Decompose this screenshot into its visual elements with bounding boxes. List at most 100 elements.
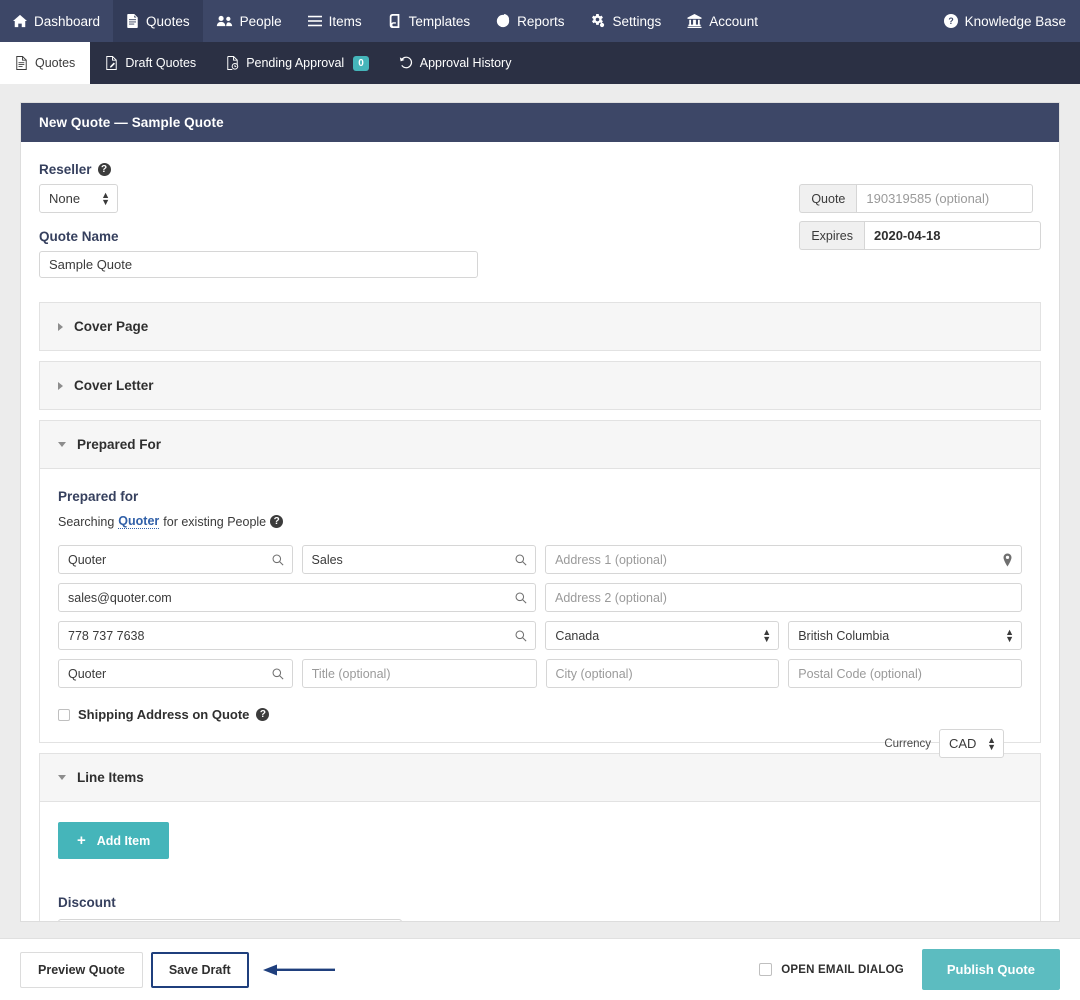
document-clock-icon bbox=[226, 56, 239, 70]
pie-chart-icon bbox=[496, 14, 510, 28]
postal-field-wrap bbox=[788, 659, 1022, 688]
knowledge-base-label: Knowledge Base bbox=[964, 13, 1066, 29]
new-quote-card: New Quote — Sample Quote Quote Expires R… bbox=[20, 102, 1060, 922]
title-input[interactable] bbox=[301, 659, 537, 688]
subnav-item-draft-quotes[interactable]: Draft Quotes bbox=[90, 42, 211, 84]
history-icon bbox=[399, 56, 413, 70]
topnav-label: Reports bbox=[517, 13, 565, 29]
expires-input[interactable] bbox=[864, 221, 1041, 250]
quote-name-label-text: Quote Name bbox=[39, 229, 119, 244]
topnav-item-dashboard[interactable]: Dashboard bbox=[0, 0, 113, 42]
quote-name-input[interactable] bbox=[39, 251, 478, 278]
add-item-button[interactable]: + Add Item bbox=[58, 822, 170, 859]
subnav-label: Quotes bbox=[35, 56, 76, 70]
page-content: New Quote — Sample Quote Quote Expires R… bbox=[0, 84, 1080, 922]
topnav-label: Account bbox=[709, 13, 759, 29]
reseller-select[interactable]: None bbox=[39, 184, 118, 213]
section-title: Line Items bbox=[77, 770, 144, 785]
topnav-spacer bbox=[771, 0, 931, 42]
topnav-item-people[interactable]: People bbox=[203, 0, 295, 42]
department-field-wrap bbox=[301, 545, 537, 574]
phone-input[interactable] bbox=[58, 621, 537, 650]
section-prepared-for-header[interactable]: Prepared For bbox=[40, 421, 1040, 468]
help-icon[interactable]: ? bbox=[256, 708, 270, 721]
annotation-arrow-icon bbox=[262, 963, 335, 977]
topnav-label: People bbox=[239, 13, 282, 29]
help-icon[interactable]: ? bbox=[270, 515, 284, 528]
prepared-for-row-2 bbox=[58, 583, 1022, 612]
card-body: Quote Expires Reseller ? None ▲▼ bbox=[21, 142, 1059, 921]
topnav-item-items[interactable]: Items bbox=[295, 0, 375, 42]
reseller-label: Reseller ? bbox=[39, 162, 1041, 177]
prepared-for-row-3: Canada ▲▼ British Columbia ▲▼ bbox=[58, 621, 1022, 650]
discount-input[interactable] bbox=[58, 919, 402, 921]
page-title: New Quote — Sample Quote bbox=[39, 115, 224, 130]
shipping-address-checkbox[interactable] bbox=[58, 708, 70, 721]
region-select[interactable]: British Columbia bbox=[788, 621, 1022, 650]
document-icon bbox=[126, 14, 139, 28]
card-header: New Quote — Sample Quote bbox=[21, 103, 1059, 142]
company-input[interactable] bbox=[58, 545, 293, 574]
knowledge-base-link[interactable]: ? Knowledge Base bbox=[931, 0, 1080, 42]
email-input[interactable] bbox=[58, 583, 536, 612]
subnav-item-quotes[interactable]: Quotes bbox=[0, 42, 91, 84]
address1-field-wrap bbox=[545, 545, 1022, 574]
top-navigation-bar: Dashboard Quotes People Items Templates … bbox=[0, 0, 1080, 42]
subnav-label: Approval History bbox=[419, 56, 512, 70]
topnav-label: Items bbox=[328, 13, 362, 29]
topnav-label: Dashboard bbox=[34, 13, 101, 29]
line-items-body: + Add Item Discount bbox=[40, 801, 1040, 921]
shipping-address-row: Shipping Address on Quote ? bbox=[58, 707, 1022, 722]
topnav-item-quotes[interactable]: Quotes bbox=[113, 0, 203, 42]
preview-quote-button[interactable]: Preview Quote bbox=[20, 951, 143, 988]
email-field-wrap bbox=[58, 583, 536, 612]
currency-label: Currency bbox=[884, 737, 931, 750]
contact-input[interactable] bbox=[58, 659, 293, 688]
topnav-label: Quotes bbox=[146, 13, 190, 29]
subnav-item-pending-approval[interactable]: Pending Approval 0 bbox=[211, 42, 384, 84]
section-cover-page-header[interactable]: Cover Page bbox=[40, 303, 1040, 350]
country-select[interactable]: Canada bbox=[545, 621, 780, 650]
section-prepared-for: Prepared For Prepared for Searching Quot… bbox=[39, 420, 1041, 758]
help-icon[interactable]: ? bbox=[97, 163, 111, 176]
shipping-address-label: Shipping Address on Quote ? bbox=[78, 707, 270, 722]
gear-icon bbox=[590, 14, 605, 28]
plus-icon: + bbox=[77, 832, 86, 849]
open-email-dialog-checkbox[interactable] bbox=[759, 963, 773, 976]
searching-scope-link[interactable]: Quoter bbox=[118, 514, 160, 529]
topnav-item-account[interactable]: Account bbox=[674, 0, 771, 42]
quote-number-addon: Quote bbox=[799, 184, 857, 213]
city-input[interactable] bbox=[545, 659, 780, 688]
subnav-item-approval-history[interactable]: Approval History bbox=[384, 42, 527, 84]
topnav-item-settings[interactable]: Settings bbox=[577, 0, 674, 42]
searching-line: Searching Quoter for existing People ? bbox=[58, 514, 1022, 529]
quote-number-group: Quote bbox=[799, 184, 1041, 213]
quote-number-input[interactable] bbox=[856, 184, 1034, 213]
topnav-item-templates[interactable]: Templates bbox=[375, 0, 484, 42]
section-cover-letter-header[interactable]: Cover Letter bbox=[40, 362, 1040, 409]
address1-input[interactable] bbox=[545, 545, 1022, 574]
currency-select[interactable]: CAD bbox=[939, 729, 1004, 758]
city-field-wrap bbox=[545, 659, 780, 688]
expires-group: Expires bbox=[799, 221, 1041, 250]
pending-approval-badge: 0 bbox=[353, 55, 369, 71]
publish-quote-button[interactable]: Publish Quote bbox=[921, 949, 1060, 990]
save-draft-button[interactable]: Save Draft bbox=[150, 951, 249, 988]
prepared-for-row-1 bbox=[58, 545, 1022, 574]
document-icon bbox=[15, 56, 28, 70]
open-email-dialog-toggle[interactable]: OPEN EMAIL DIALOG bbox=[759, 963, 904, 976]
postal-code-input[interactable] bbox=[788, 659, 1022, 688]
topnav-item-reports[interactable]: Reports bbox=[483, 0, 577, 42]
currency-select-wrap: CAD ▲ ▼ bbox=[939, 729, 1004, 758]
section-line-items-header[interactable]: Line Items bbox=[40, 754, 1040, 801]
expires-addon: Expires bbox=[799, 221, 864, 250]
department-input[interactable] bbox=[301, 545, 537, 574]
region-field-wrap: British Columbia ▲ ▼ bbox=[788, 621, 1022, 650]
phone-field-wrap bbox=[58, 621, 537, 650]
address2-field-wrap bbox=[545, 583, 1022, 612]
bank-icon bbox=[687, 14, 702, 28]
question-circle-icon: ? bbox=[943, 14, 958, 28]
topnav-label: Settings bbox=[612, 13, 662, 29]
address2-input[interactable] bbox=[545, 583, 1022, 612]
document-edit-icon bbox=[105, 56, 118, 70]
